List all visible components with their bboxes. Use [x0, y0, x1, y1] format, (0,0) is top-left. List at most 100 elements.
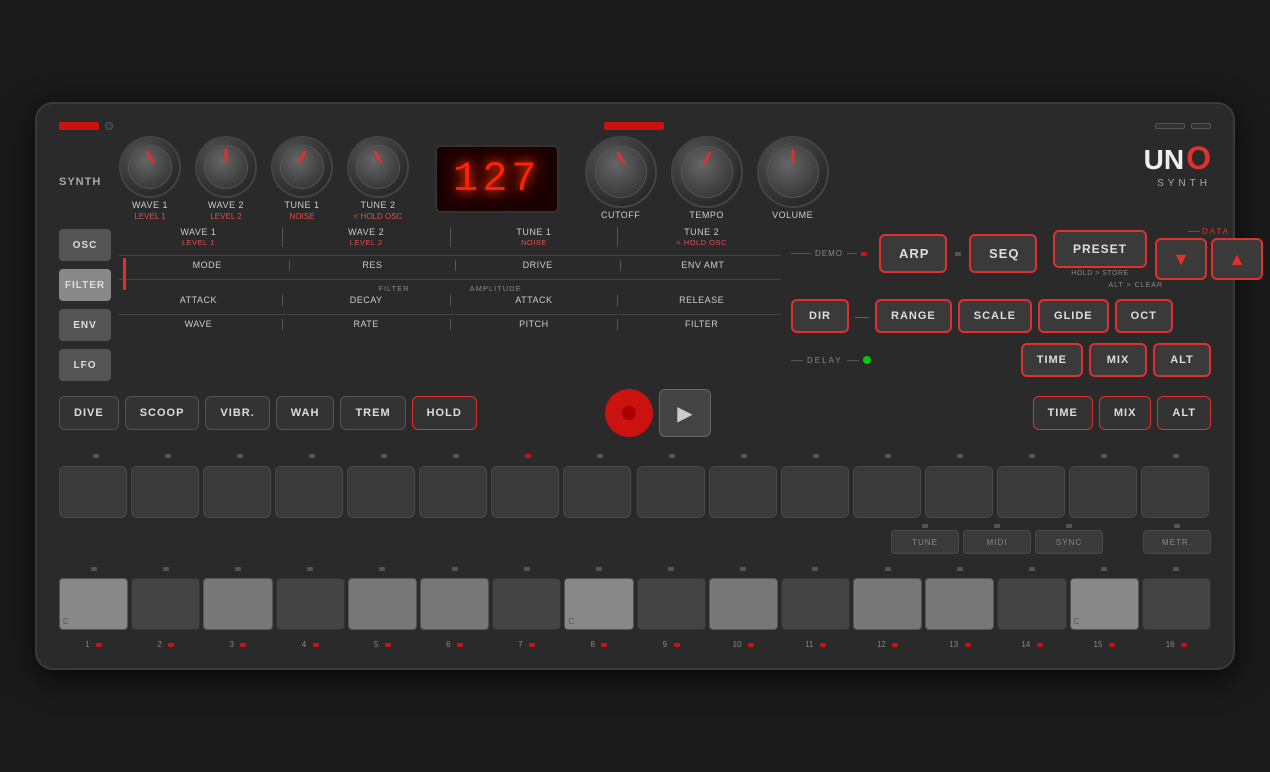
piano-key-5[interactable] — [348, 578, 417, 630]
step-pad-7[interactable] — [491, 466, 559, 518]
time-button[interactable]: TIME — [1021, 343, 1083, 377]
osc-param-row: WAVE 1 LEVEL 1 WAVE 2 LEVEL 2 TUNE 1 NOI… — [119, 227, 781, 256]
step-pad-9[interactable] — [637, 466, 705, 518]
hold-button[interactable]: HOLD — [412, 396, 477, 430]
trem-button[interactable]: TREM — [340, 396, 405, 430]
knob-label-wave2: WAVE 2 — [208, 200, 244, 210]
env-button[interactable]: ENV — [59, 309, 111, 341]
step-pad-12[interactable] — [853, 466, 921, 518]
step-pad-2[interactable] — [131, 466, 199, 518]
piano-key-10[interactable] — [709, 578, 778, 630]
piano-key-6[interactable] — [420, 578, 489, 630]
knob-tune1[interactable] — [271, 136, 333, 198]
knob-wave2[interactable] — [195, 136, 257, 198]
step-pad-13[interactable] — [925, 466, 993, 518]
scoop-button[interactable]: SCOOP — [125, 396, 200, 430]
step-num-16: 16 — [1166, 640, 1175, 649]
key-led-7 — [524, 567, 530, 571]
alt-clear-row: ALT > CLEAR — [791, 282, 1163, 289]
sync-button[interactable]: SYNC — [1035, 530, 1103, 554]
piano-key-3[interactable] — [203, 578, 272, 630]
knob-tune2[interactable] — [347, 136, 409, 198]
step-num-4: 4 — [302, 640, 306, 649]
key-led-10 — [740, 567, 746, 571]
knob-wave1[interactable] — [119, 136, 181, 198]
lfo-button[interactable]: LFO — [59, 349, 111, 381]
filter-button[interactable]: FILTER — [59, 269, 111, 301]
piano-key-16[interactable] — [1142, 578, 1211, 630]
wah-button[interactable]: WAH — [276, 396, 335, 430]
piano-key-9[interactable] — [637, 578, 706, 630]
metr-button[interactable]: METR. — [1143, 530, 1211, 554]
knob-tempo[interactable] — [671, 136, 743, 208]
knob-sublabel-wave1: LEVEL 1 — [134, 212, 165, 221]
pad-led-6 — [453, 454, 459, 458]
param-tune2: TUNE 2 < HOLD OSC — [622, 227, 781, 247]
step-num-led-8 — [601, 643, 607, 647]
key-led-9 — [668, 567, 674, 571]
scale-button[interactable]: SCALE — [958, 299, 1032, 333]
alt-button[interactable]: ALT — [1153, 343, 1211, 377]
rec-button[interactable] — [605, 389, 653, 437]
step-num-2: 2 — [157, 640, 161, 649]
knob-sublabel-tune1: NOISE — [290, 212, 315, 221]
step-pad-5[interactable] — [347, 466, 415, 518]
osc-button[interactable]: OSC — [59, 229, 111, 261]
step-pad-10[interactable] — [709, 466, 777, 518]
alt-button-2[interactable]: ALT — [1157, 396, 1211, 430]
piano-key-7[interactable] — [492, 578, 561, 630]
mix-button[interactable]: MIX — [1089, 343, 1147, 377]
piano-key-12[interactable] — [853, 578, 922, 630]
play-button[interactable]: ▶ — [659, 389, 711, 437]
rec-icon — [622, 406, 636, 420]
step-pad-4[interactable] — [275, 466, 343, 518]
step-pad-14[interactable] — [997, 466, 1065, 518]
piano-key-13[interactable] — [925, 578, 994, 630]
step-pad-15[interactable] — [1069, 466, 1137, 518]
piano-key-2[interactable] — [131, 578, 200, 630]
piano-key-14[interactable] — [997, 578, 1066, 630]
time-button-2[interactable]: TIME — [1033, 396, 1093, 430]
step-pad-6[interactable] — [419, 466, 487, 518]
param-wave2: WAVE 2 LEVEL 2 — [287, 227, 446, 247]
piano-key-8[interactable]: C — [564, 578, 633, 630]
param-divider — [617, 319, 618, 330]
range-button[interactable]: RANGE — [875, 299, 952, 333]
knob-group-cutoff: CUTOFF — [585, 136, 657, 220]
oct-button[interactable]: OCT — [1115, 299, 1173, 333]
dir-button[interactable]: DIR — [791, 299, 849, 333]
glide-button[interactable]: GLIDE — [1038, 299, 1109, 333]
dive-button[interactable]: DIVE — [59, 396, 119, 430]
knob-cutoff[interactable] — [585, 136, 657, 208]
step-pad-3[interactable] — [203, 466, 271, 518]
piano-key-11[interactable] — [781, 578, 850, 630]
mix-button-2[interactable]: MIX — [1099, 396, 1152, 430]
preset-button[interactable]: PRESET — [1053, 230, 1147, 268]
delay-label: DELAY — [807, 356, 843, 365]
data-up-button[interactable]: ▲ — [1211, 238, 1263, 280]
left-knobs: WAVE 1 LEVEL 1 WAVE 2 LEVEL 2 TUNE — [119, 136, 409, 221]
tune-button[interactable]: TUNE — [891, 530, 959, 554]
seq-button[interactable]: SEQ — [969, 234, 1037, 273]
piano-key-1[interactable]: C — [59, 578, 128, 630]
vibr-button[interactable]: VIBR. — [205, 396, 269, 430]
param-lfo-rate: RATE — [287, 319, 446, 330]
param-drive: DRIVE — [460, 260, 616, 271]
param-envamt: ENV AMT — [625, 260, 781, 271]
step-pad-11[interactable] — [781, 466, 849, 518]
piano-key-15[interactable]: C — [1070, 578, 1139, 630]
step-pad-1[interactable] — [59, 466, 127, 518]
data-down-button[interactable]: ▼ — [1155, 238, 1207, 280]
step-num-led-9 — [674, 643, 680, 647]
arp-button[interactable]: ARP — [879, 234, 947, 273]
step-pad-8[interactable] — [563, 466, 631, 518]
param-divider — [450, 319, 451, 330]
key-led-4 — [307, 567, 313, 571]
midi-button[interactable]: MIDI — [963, 530, 1031, 554]
piano-key-4[interactable] — [276, 578, 345, 630]
knob-volume[interactable] — [757, 136, 829, 208]
step-num-13: 13 — [949, 640, 958, 649]
piano-keyboard: C C — [59, 578, 1211, 630]
step-pad-16[interactable] — [1141, 466, 1209, 518]
filter-section-label: FILTER — [378, 284, 409, 293]
